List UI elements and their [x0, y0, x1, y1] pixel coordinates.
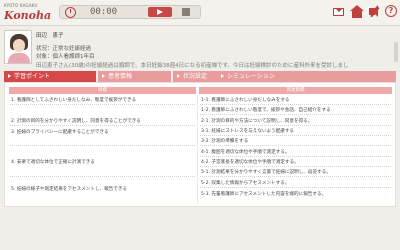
- chevron-right-icon: [177, 74, 180, 78]
- goal-row: 1. 看護師としてふさわしい身だしなみ、態度で挨拶ができる: [11, 98, 137, 103]
- tab-situation-settings[interactable]: 状況設定: [171, 71, 217, 82]
- mail-button[interactable]: [332, 4, 346, 19]
- patient-status: 状況：正常な妊娠経過: [36, 46, 92, 52]
- tab-patient-info[interactable]: 患者情報: [98, 71, 171, 82]
- bottom-area: [0, 208, 400, 250]
- goal-row: 4. 安楽で適切な体位で正確に計測できる: [11, 160, 95, 165]
- divider: [200, 104, 391, 105]
- brand-logo: Konoha: [4, 9, 52, 22]
- divider: [200, 114, 391, 115]
- column-divider: [197, 95, 198, 204]
- patient-description: 田辺恵子さん(30歳)の妊娠経過は順調で、本日妊娠38週4日になる初産婦です。今…: [36, 63, 349, 68]
- target-row: 5-1. 計測結果を分かりやすく言葉で妊婦に説明し、返答する。: [201, 170, 331, 175]
- divider: [200, 187, 391, 188]
- tab-bar: 学習ポイント 患者情報 状況設定 シミュレーション: [4, 71, 396, 82]
- goal-row: 2. 計測の目的を分かりやすく説明し、同意を得ることができる: [11, 119, 141, 124]
- play-button[interactable]: [148, 7, 172, 17]
- divider: [200, 156, 391, 157]
- divider: [200, 176, 391, 177]
- help-icon: ?: [385, 5, 397, 17]
- divider: [200, 125, 391, 126]
- chevron-right-icon: [221, 74, 224, 78]
- target-row: 3-2. 計測の準備をする: [201, 139, 249, 144]
- divider: [200, 135, 391, 136]
- goal-row: 5. 妊婦の様子や測定結果をアセスメントし、報告できる: [11, 187, 127, 192]
- timer-readout: 00:00: [90, 7, 118, 17]
- patient-avatar: [4, 30, 32, 64]
- sound-button[interactable]: [368, 4, 382, 19]
- clock-icon: [65, 7, 76, 18]
- player-bar: 00:00: [59, 5, 201, 19]
- target-row: 5-3. 先輩看護師にアセスメントした内容を端的に報告する。: [201, 192, 327, 197]
- patient-target: 対象：個人看護師1年目: [36, 54, 95, 60]
- target-row: 4-1. 腹囲を適切な体位や手順で測定する。: [201, 150, 290, 155]
- divider: [10, 145, 195, 146]
- target-row: 1-2. 看護師にふさわしい態度で、挨拶や会話、自己紹介をする: [201, 108, 331, 113]
- target-row: 1-1. 看護師にふさわしい身だしなみをする: [201, 98, 290, 103]
- divider: [10, 176, 195, 177]
- goals-header: 目標: [9, 87, 196, 94]
- targets-header: 到達目標: [199, 87, 392, 94]
- home-button[interactable]: [350, 4, 364, 19]
- divider: [200, 145, 391, 146]
- target-row: 4-2. 子宮底長を適切な体位や手順で測定する。: [201, 160, 299, 165]
- divider: [10, 125, 195, 126]
- tab-learning-points[interactable]: 学習ポイント: [4, 71, 96, 82]
- mail-icon: [333, 8, 344, 16]
- chevron-right-icon: [8, 74, 11, 78]
- tab-simulation[interactable]: シミュレーション: [217, 71, 396, 82]
- target-row: 2-1. 計測の目的や方法について説明し、同意を得る。: [201, 119, 313, 124]
- description-scrollbar[interactable]: [394, 42, 398, 62]
- target-row: 5-2. 収集した情報からアセスメントする。: [201, 181, 290, 186]
- target-row: 3-1. 妊婦にストレスを与えないよう配慮する: [201, 129, 295, 134]
- help-button[interactable]: ?: [385, 4, 397, 19]
- divider: [10, 104, 195, 105]
- goal-row: 3. 妊婦のプライバシーに配慮することができる: [11, 130, 109, 135]
- divider: [200, 166, 391, 167]
- stop-button[interactable]: [182, 8, 190, 16]
- learning-points-panel: 目標 到達目標 1. 看護師としてふさわしい身だしなみ、態度で挨拶ができる 2.…: [4, 82, 396, 207]
- patient-info: 状況：正常な妊娠経過 対象：個人看護師1年目: [36, 45, 95, 61]
- chevron-right-icon: [102, 74, 105, 78]
- top-bar: KYOTO KAGAKU Konoha 00:00 ?: [0, 0, 400, 26]
- patient-name: 田辺 恵子: [36, 33, 64, 39]
- brand-small-label: KYOTO KAGAKU: [4, 3, 38, 8]
